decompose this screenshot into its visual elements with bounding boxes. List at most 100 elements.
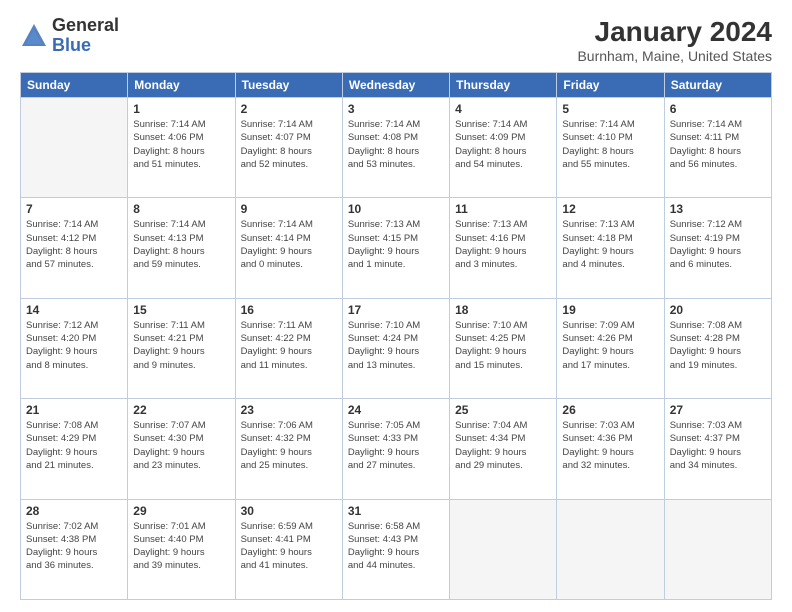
- day-number: 3: [348, 102, 444, 116]
- table-row: [450, 499, 557, 599]
- day-number: 12: [562, 202, 658, 216]
- day-info: Sunrise: 7:11 AMSunset: 4:21 PMDaylight:…: [133, 319, 229, 372]
- day-info: Sunrise: 7:10 AMSunset: 4:25 PMDaylight:…: [455, 319, 551, 372]
- day-number: 8: [133, 202, 229, 216]
- calendar-table: Sunday Monday Tuesday Wednesday Thursday…: [20, 72, 772, 600]
- table-row: 20 Sunrise: 7:08 AMSunset: 4:28 PMDayligh…: [664, 298, 771, 398]
- table-row: 19Sunrise: 7:09 AMSunset: 4:26 PMDayligh…: [557, 298, 664, 398]
- day-number: 26: [562, 403, 658, 417]
- calendar-week-4: 21Sunrise: 7:08 AMSunset: 4:29 PMDayligh…: [21, 399, 772, 499]
- day-info: Sunrise: 7:08 AMSunset: 4:28 PMDaylight:…: [670, 319, 766, 372]
- table-row: 2 Sunrise: 7:14 AMSunset: 4:07 PMDaylight…: [235, 98, 342, 198]
- table-row: 10 Sunrise: 7:13 AMSunset: 4:15 PMDayligh…: [342, 198, 449, 298]
- logo-icon: [20, 22, 48, 50]
- day-info: Sunrise: 7:11 AMSunset: 4:22 PMDaylight:…: [241, 319, 337, 372]
- table-row: 6 Sunrise: 7:14 AMSunset: 4:11 PMDaylight…: [664, 98, 771, 198]
- table-row: 7 Sunrise: 7:14 AMSunset: 4:12 PMDaylight…: [21, 198, 128, 298]
- day-number: 13: [670, 202, 766, 216]
- day-number: 16: [241, 303, 337, 317]
- day-number: 28: [26, 504, 122, 518]
- title-block: January 2024 Burnham, Maine, United Stat…: [577, 16, 772, 64]
- page: General Blue January 2024 Burnham, Maine…: [0, 0, 792, 612]
- table-row: 27Sunrise: 7:03 AMSunset: 4:37 PMDayligh…: [664, 399, 771, 499]
- day-info: Sunrise: 7:12 AMSunset: 4:20 PMDaylight:…: [26, 319, 122, 372]
- day-number: 5: [562, 102, 658, 116]
- day-number: 22: [133, 403, 229, 417]
- day-info: Sunrise: 7:12 AMSunset: 4:19 PMDaylight:…: [670, 218, 766, 271]
- day-number: 7: [26, 202, 122, 216]
- logo: General Blue: [20, 16, 119, 56]
- logo-text: General Blue: [52, 16, 119, 56]
- table-row: 16 Sunrise: 7:11 AMSunset: 4:22 PMDayligh…: [235, 298, 342, 398]
- day-number: 20: [670, 303, 766, 317]
- day-info: Sunrise: 7:14 AMSunset: 4:12 PMDaylight:…: [26, 218, 122, 271]
- table-row: [664, 499, 771, 599]
- table-row: 28 Sunrise: 7:02 AMSunset: 4:38 PMDayligh…: [21, 499, 128, 599]
- day-info: Sunrise: 7:14 AMSunset: 4:11 PMDaylight:…: [670, 118, 766, 171]
- col-friday: Friday: [557, 73, 664, 98]
- table-row: 18 Sunrise: 7:10 AMSunset: 4:25 PMDayligh…: [450, 298, 557, 398]
- day-number: 17: [348, 303, 444, 317]
- day-info: Sunrise: 7:02 AMSunset: 4:38 PMDaylight:…: [26, 520, 122, 573]
- title-month: January 2024: [577, 16, 772, 48]
- table-row: [557, 499, 664, 599]
- table-row: 4 Sunrise: 7:14 AMSunset: 4:09 PMDaylight…: [450, 98, 557, 198]
- table-row: 15 Sunrise: 7:11 AMSunset: 4:21 PMDayligh…: [128, 298, 235, 398]
- day-number: 25: [455, 403, 551, 417]
- table-row: 12 Sunrise: 7:13 AMSunset: 4:18 PMDayligh…: [557, 198, 664, 298]
- day-info: Sunrise: 7:13 AMSunset: 4:16 PMDaylight:…: [455, 218, 551, 271]
- title-location: Burnham, Maine, United States: [577, 48, 772, 64]
- table-row: 17Sunrise: 7:10 AMSunset: 4:24 PMDayligh…: [342, 298, 449, 398]
- day-number: 9: [241, 202, 337, 216]
- day-number: 2: [241, 102, 337, 116]
- day-info: Sunrise: 7:06 AMSunset: 4:32 PMDaylight:…: [241, 419, 337, 472]
- table-row: 25Sunrise: 7:04 AMSunset: 4:34 PMDayligh…: [450, 399, 557, 499]
- table-row: 24Sunrise: 7:05 AMSunset: 4:33 PMDayligh…: [342, 399, 449, 499]
- table-row: 21Sunrise: 7:08 AMSunset: 4:29 PMDayligh…: [21, 399, 128, 499]
- table-row: 29 Sunrise: 7:01 AMSunset: 4:40 PMDayligh…: [128, 499, 235, 599]
- day-number: 15: [133, 303, 229, 317]
- day-number: 30: [241, 504, 337, 518]
- col-saturday: Saturday: [664, 73, 771, 98]
- day-number: 29: [133, 504, 229, 518]
- day-number: 6: [670, 102, 766, 116]
- day-number: 23: [241, 403, 337, 417]
- calendar-week-5: 28 Sunrise: 7:02 AMSunset: 4:38 PMDayligh…: [21, 499, 772, 599]
- col-monday: Monday: [128, 73, 235, 98]
- table-row: 13 Sunrise: 7:12 AMSunset: 4:19 PMDayligh…: [664, 198, 771, 298]
- day-number: 14: [26, 303, 122, 317]
- day-number: 21: [26, 403, 122, 417]
- table-row: 9 Sunrise: 7:14 AMSunset: 4:14 PMDaylight…: [235, 198, 342, 298]
- day-number: 10: [348, 202, 444, 216]
- table-row: 26 Sunrise: 7:03 AMSunset: 4:36 PMDayligh…: [557, 399, 664, 499]
- day-info: Sunrise: 7:01 AMSunset: 4:40 PMDaylight:…: [133, 520, 229, 573]
- day-info: Sunrise: 7:14 AMSunset: 4:06 PMDaylight:…: [133, 118, 229, 171]
- col-tuesday: Tuesday: [235, 73, 342, 98]
- day-info: Sunrise: 7:14 AMSunset: 4:09 PMDaylight:…: [455, 118, 551, 171]
- col-thursday: Thursday: [450, 73, 557, 98]
- day-info: Sunrise: 7:14 AMSunset: 4:07 PMDaylight:…: [241, 118, 337, 171]
- day-info: Sunrise: 7:03 AMSunset: 4:36 PMDaylight:…: [562, 419, 658, 472]
- day-number: 18: [455, 303, 551, 317]
- logo-blue: Blue: [52, 36, 119, 56]
- logo-general: General: [52, 16, 119, 36]
- day-info: Sunrise: 7:14 AMSunset: 4:13 PMDaylight:…: [133, 218, 229, 271]
- day-number: 4: [455, 102, 551, 116]
- day-number: 24: [348, 403, 444, 417]
- table-row: 1Sunrise: 7:14 AMSunset: 4:06 PMDaylight…: [128, 98, 235, 198]
- calendar-week-3: 14 Sunrise: 7:12 AMSunset: 4:20 PMDayligh…: [21, 298, 772, 398]
- day-number: 27: [670, 403, 766, 417]
- day-info: Sunrise: 6:58 AMSunset: 4:43 PMDaylight:…: [348, 520, 444, 573]
- table-row: 11Sunrise: 7:13 AMSunset: 4:16 PMDayligh…: [450, 198, 557, 298]
- day-info: Sunrise: 7:13 AMSunset: 4:18 PMDaylight:…: [562, 218, 658, 271]
- table-row: 5Sunrise: 7:14 AMSunset: 4:10 PMDaylight…: [557, 98, 664, 198]
- day-number: 31: [348, 504, 444, 518]
- day-info: Sunrise: 7:14 AMSunset: 4:08 PMDaylight:…: [348, 118, 444, 171]
- header-row: Sunday Monday Tuesday Wednesday Thursday…: [21, 73, 772, 98]
- day-info: Sunrise: 7:13 AMSunset: 4:15 PMDaylight:…: [348, 218, 444, 271]
- table-row: 8 Sunrise: 7:14 AMSunset: 4:13 PMDaylight…: [128, 198, 235, 298]
- calendar-week-2: 7 Sunrise: 7:14 AMSunset: 4:12 PMDaylight…: [21, 198, 772, 298]
- day-info: Sunrise: 7:09 AMSunset: 4:26 PMDaylight:…: [562, 319, 658, 372]
- day-info: Sunrise: 7:14 AMSunset: 4:14 PMDaylight:…: [241, 218, 337, 271]
- col-wednesday: Wednesday: [342, 73, 449, 98]
